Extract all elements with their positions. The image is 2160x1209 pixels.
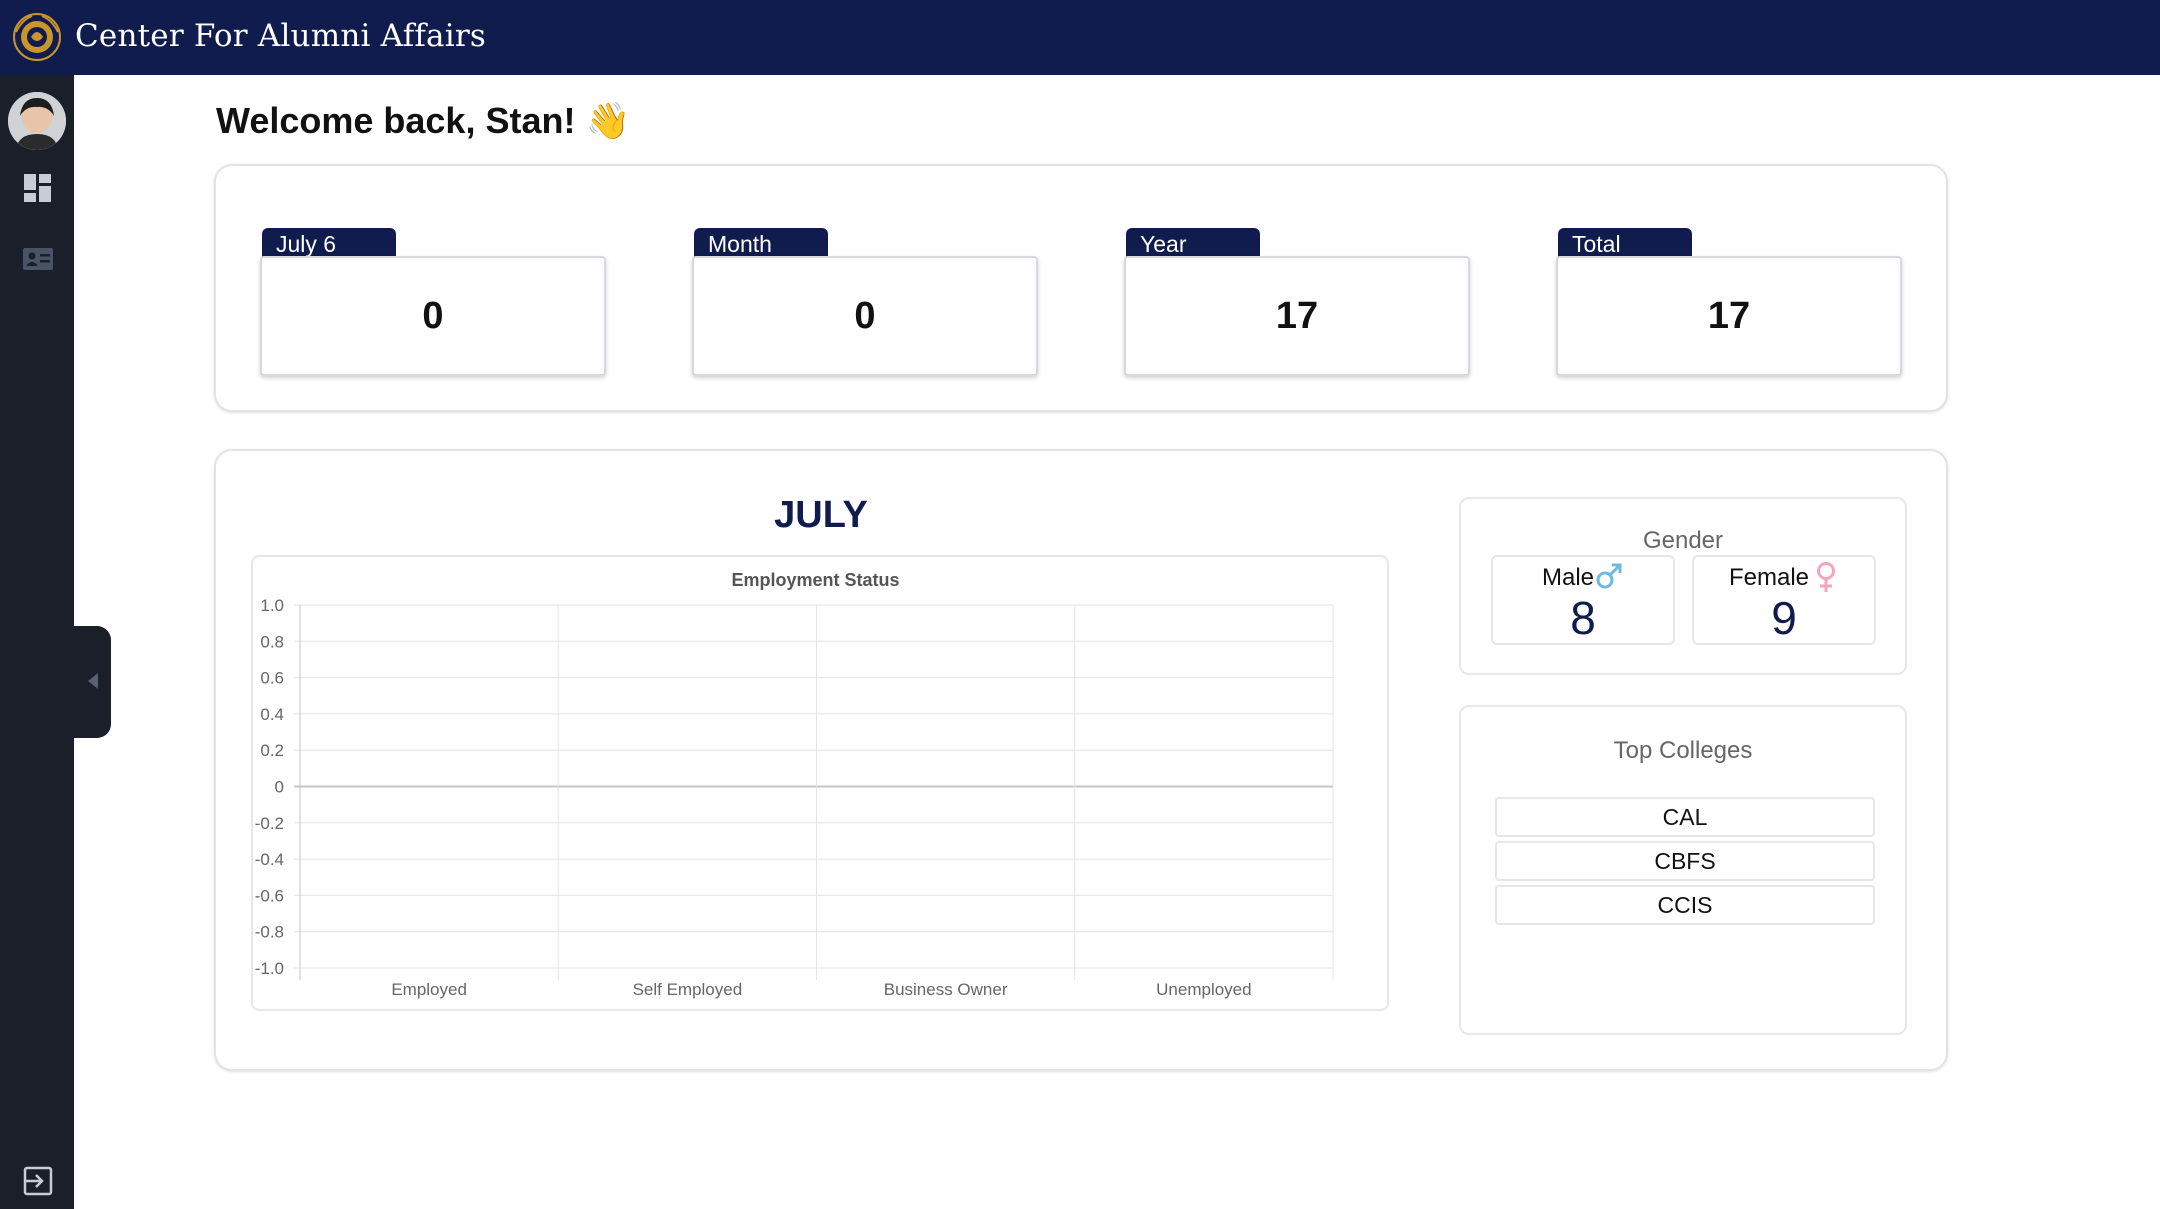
stat-value: 17 xyxy=(1124,256,1470,376)
x-tick-label: Business Owner xyxy=(884,980,1008,999)
male-count: 8 xyxy=(1570,592,1596,644)
stat-value: 0 xyxy=(260,256,606,376)
welcome-heading: Welcome back, Stan! 👋 xyxy=(216,100,631,141)
employment-chart: Employment Status 1.0 0.8 0.6 0.4 0.2 0 -0.2 -0.… xyxy=(251,555,1389,1011)
stat-label: July 6 xyxy=(262,228,396,258)
university-logo-icon xyxy=(13,13,61,61)
stat-value: 17 xyxy=(1556,256,1902,376)
y-tick-label: 0.4 xyxy=(260,705,284,724)
x-tick-label: Unemployed xyxy=(1156,980,1251,999)
top-colleges-card: Top Colleges CAL CBFS CCIS xyxy=(1459,705,1907,1035)
top-bar: Center For Alumni Affairs xyxy=(0,0,2160,75)
female-count: 9 xyxy=(1771,592,1797,644)
male-label-row: Male xyxy=(1493,561,1673,592)
y-tick-label: 0.6 xyxy=(260,669,284,688)
stat-year: Year 17 xyxy=(1124,228,1470,382)
college-item: CAL xyxy=(1495,797,1875,837)
stat-label: Total xyxy=(1558,228,1692,258)
male-symbol-icon xyxy=(1596,563,1622,589)
chevron-left-icon xyxy=(88,673,98,689)
stat-label: Year xyxy=(1126,228,1260,258)
y-tick-label: 1.0 xyxy=(260,596,284,615)
sidebar-collapse-button[interactable] xyxy=(74,626,111,738)
avatar[interactable] xyxy=(8,92,66,150)
app-title: Center For Alumni Affairs xyxy=(75,18,486,54)
dashboard-icon[interactable] xyxy=(22,172,54,204)
top-colleges-title: Top Colleges xyxy=(1613,737,1753,764)
male-box: Male 8 xyxy=(1491,555,1675,645)
y-tick-label: -0.6 xyxy=(255,886,284,905)
college-item: CBFS xyxy=(1495,841,1875,881)
x-tick-label: Employed xyxy=(391,980,467,999)
male-label: Male xyxy=(1541,564,1595,591)
female-box: Female 9 xyxy=(1692,555,1876,645)
id-card-icon[interactable] xyxy=(22,243,54,275)
avatar-image xyxy=(8,92,66,150)
stat-label: Month xyxy=(694,228,828,258)
chart-title: Employment Status xyxy=(731,570,899,590)
employment-chart-svg: Employment Status 1.0 0.8 0.6 0.4 0.2 0 -0.2 -0.… xyxy=(255,570,1334,999)
stat-total: Total 17 xyxy=(1556,228,1902,382)
y-tick-label: -0.4 xyxy=(255,850,284,869)
gender-title: Gender xyxy=(1642,527,1724,554)
x-tick-label: Self Employed xyxy=(633,980,743,999)
y-tick-label: 0.8 xyxy=(260,632,284,651)
college-item: CCIS xyxy=(1495,885,1875,925)
stats-card: July 6 0 Month 0 Year 17 Total 17 xyxy=(214,164,1948,412)
stat-value: 0 xyxy=(692,256,1038,376)
stat-today: July 6 0 xyxy=(260,228,606,382)
y-tick-label: -0.2 xyxy=(255,814,284,833)
logout-icon[interactable] xyxy=(22,1165,54,1197)
month-title: JULY xyxy=(774,494,868,536)
y-tick-label: 0 xyxy=(275,778,284,797)
female-label-row: Female xyxy=(1694,561,1874,593)
y-tick-label: 0.2 xyxy=(260,741,284,760)
y-tick-label: -0.8 xyxy=(255,923,284,942)
sidebar xyxy=(0,75,74,1209)
stat-month: Month 0 xyxy=(692,228,1038,382)
female-symbol-icon xyxy=(1817,562,1836,592)
y-tick-label: -1.0 xyxy=(255,959,284,978)
female-label: Female xyxy=(1728,564,1810,591)
gender-card: Gender Male 8 Female 9 xyxy=(1459,497,1907,675)
